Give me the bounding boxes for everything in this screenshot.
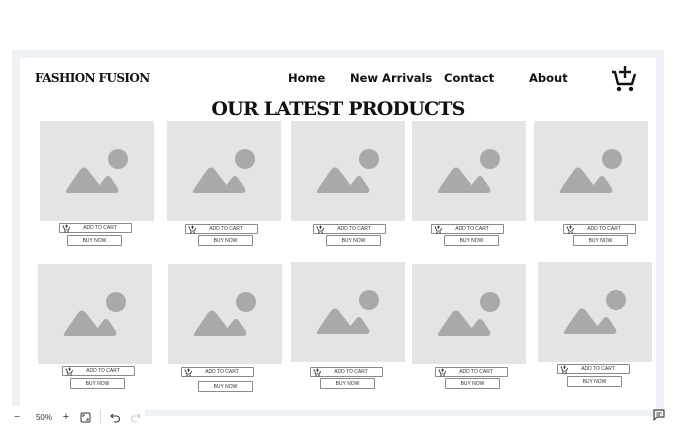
buy-now-button[interactable]: BUY NOW [320,378,375,389]
buy-now-button[interactable]: BUY NOW [573,235,628,246]
product-card [291,262,405,362]
add-to-cart-label: ADD TO CART [86,368,120,374]
add-to-cart-button[interactable]: ADD TO CART [557,364,630,374]
undo-icon[interactable] [105,408,125,426]
add-to-cart-button[interactable]: ADD TO CART [181,367,254,377]
buy-now-button[interactable]: BUY NOW [445,378,500,389]
design-frame: FASHION FUSION Home New Arrivals Contact… [20,58,656,410]
add-to-cart-button[interactable]: ADD TO CART [431,224,504,234]
buy-now-button[interactable]: BUY NOW [70,378,125,389]
toolbar-divider [100,410,101,424]
add-to-cart-label: ADD TO CART [455,226,489,232]
add-to-cart-label: ADD TO CART [337,226,371,232]
product-image-placeholder [412,121,526,221]
buy-now-button[interactable]: BUY NOW [198,235,253,246]
cart-icon [316,225,324,234]
image-placeholder-icon [563,290,626,334]
product-card [167,121,281,221]
cart-icon [566,225,574,234]
cart-icon [62,224,70,233]
cart-icon [313,368,321,377]
image-placeholder-icon [559,149,622,193]
product-image-placeholder [168,264,282,364]
add-to-cart-button[interactable]: ADD TO CART [563,224,636,234]
product-card [412,264,526,364]
image-placeholder-icon [193,292,256,336]
product-card [291,121,405,221]
product-card [40,121,154,221]
add-to-cart-label: ADD TO CART [334,369,368,375]
product-image-placeholder [38,264,152,364]
fit-screen-icon[interactable] [74,408,96,426]
redo-icon[interactable] [125,408,145,426]
add-to-cart-label: ADD TO CART [587,226,621,232]
image-placeholder-icon [437,149,500,193]
nav-new-arrivals[interactable]: New Arrivals [350,71,432,85]
add-to-cart-icon[interactable] [609,63,639,93]
add-to-cart-label: ADD TO CART [205,369,239,375]
brand-logo: FASHION FUSION [35,71,150,85]
image-placeholder-icon [316,149,379,193]
product-card [412,121,526,221]
product-image-placeholder [291,121,405,221]
nav-home[interactable]: Home [288,71,325,85]
product-image-placeholder [534,121,648,221]
comment-icon[interactable] [652,408,666,422]
add-to-cart-label: ADD TO CART [459,369,493,375]
product-card [38,264,152,364]
buy-now-button[interactable]: BUY NOW [198,381,253,392]
nav-about[interactable]: About [529,71,568,85]
add-to-cart-button[interactable]: ADD TO CART [435,367,508,377]
add-to-cart-label: ADD TO CART [83,225,117,231]
zoom-level[interactable]: 50% [30,408,58,426]
add-to-cart-label: ADD TO CART [581,366,615,372]
cart-icon [438,368,446,377]
add-to-cart-button[interactable]: ADD TO CART [313,224,386,234]
image-placeholder-icon [65,149,128,193]
zoom-out-button[interactable]: − [10,408,24,426]
add-to-cart-button[interactable]: ADD TO CART [62,366,135,376]
product-image-placeholder [167,121,281,221]
product-image-placeholder [412,264,526,364]
cart-icon [560,365,568,374]
image-placeholder-icon [63,292,126,336]
add-to-cart-button[interactable]: ADD TO CART [59,223,132,233]
product-image-placeholder [40,121,154,221]
buy-now-button[interactable]: BUY NOW [326,235,381,246]
buy-now-button[interactable]: BUY NOW [567,376,622,387]
zoom-toolbar: − 50% + [10,406,145,428]
image-placeholder-icon [192,149,255,193]
section-title: OUR LATEST PRODUCTS [211,98,465,120]
product-card [538,262,652,362]
product-image-placeholder [291,262,405,362]
cart-icon [188,225,196,234]
cart-icon [434,225,442,234]
product-card [168,264,282,364]
product-image-placeholder [538,262,652,362]
nav-contact[interactable]: Contact [444,71,494,85]
cart-icon [184,368,192,377]
image-placeholder-icon [437,292,500,336]
add-to-cart-label: ADD TO CART [209,226,243,232]
zoom-in-button[interactable]: + [58,408,74,426]
buy-now-button[interactable]: BUY NOW [444,235,499,246]
add-to-cart-button[interactable]: ADD TO CART [185,224,258,234]
cart-icon [65,367,73,376]
image-placeholder-icon [316,290,379,334]
buy-now-button[interactable]: BUY NOW [67,235,122,246]
add-to-cart-button[interactable]: ADD TO CART [310,367,383,377]
product-card [534,121,648,221]
